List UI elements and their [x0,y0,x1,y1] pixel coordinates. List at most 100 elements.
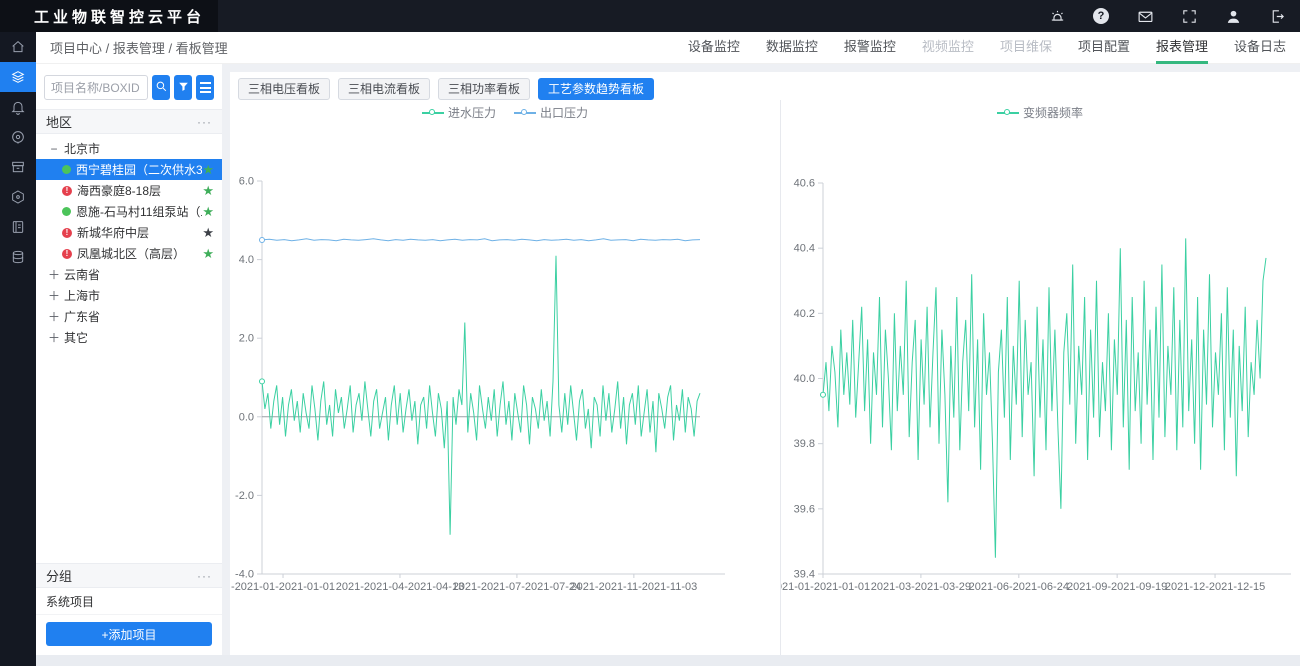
tree-leaf-project[interactable]: ! 凤凰城北区（高层） ★ [36,243,222,264]
tree-node-shanghai[interactable]: ＋ 上海市 [36,285,222,306]
breadcrumb: 项目中心 / 报表管理 / 看板管理 [50,38,228,57]
nav-item-video-monitor[interactable]: 视频监控 [922,32,974,64]
tree-node-label: 上海市 [64,287,100,304]
favorite-star-icon[interactable]: ★ [202,204,214,220]
favorite-star-icon[interactable]: ★ [202,183,214,199]
nav-item-project-config[interactable]: 项目配置 [1078,32,1130,64]
expand-icon[interactable]: ＋ [48,287,60,304]
camera-icon[interactable] [0,122,36,152]
exit-icon[interactable] [1268,7,1286,25]
nav-item-data-monitor[interactable]: 数据监控 [766,32,818,64]
alarm-icon[interactable] [1048,7,1066,25]
tree-leaf-project[interactable]: ! 海西豪庭8-18层 ★ [36,180,222,201]
inverter-frequency-chart-panel: 变频器频率 40.640.440.240.039.839.639.4021-01… [780,100,1299,655]
legend-label: 进水压力 [448,104,496,121]
list-button[interactable] [196,75,214,100]
tree-leaf-project[interactable]: 恩施-石马村11组泵站（二次供 ★ [36,201,222,222]
search-input[interactable] [44,75,148,100]
journal-icon[interactable] [0,212,36,242]
svg-text:39.6: 39.6 [794,503,815,515]
add-project-wrap: +添加项目 [36,615,222,656]
group-more-button[interactable]: ··· [197,571,212,581]
tree-node-guangdong[interactable]: ＋ 广东省 [36,306,222,327]
mail-icon[interactable] [1136,7,1154,25]
project-label: 恩施-石马村11组泵站（二次供 [76,203,202,220]
tree-node-label: 广东省 [64,308,100,325]
group-item-label: 系统项目 [46,593,94,610]
nav-item-report-management[interactable]: 报表管理 [1156,32,1208,64]
tree-node-beijing[interactable]: − 北京市 [36,138,222,159]
favorite-star-icon[interactable]: ★ [202,162,214,178]
search-button[interactable] [152,75,170,100]
legend-marker-icon [514,112,536,114]
bell-icon[interactable] [0,92,36,122]
database-icon[interactable] [0,242,36,272]
expand-icon[interactable]: ＋ [48,329,60,346]
svg-text:40.4: 40.4 [794,243,815,255]
tree-leaf-project[interactable]: 西宁碧桂园（二次供水3泵） ★ [36,159,222,180]
svg-text:40.6: 40.6 [794,178,815,190]
chart-legend: 进水压力 出口压力 [230,104,780,121]
fullscreen-icon[interactable] [1180,7,1198,25]
svg-text:0.0: 0.0 [239,411,254,423]
main-area: 三相电压看板 三相电流看板 三相功率看板 工艺参数趋势看板 进水压力 出口压力 … [222,64,1300,666]
tree-node-other[interactable]: ＋ 其它 [36,327,222,348]
svg-text:-2.0: -2.0 [235,490,254,502]
board-tabs: 三相电压看板 三相电流看板 三相功率看板 工艺参数趋势看板 [230,72,1300,100]
top-nav: 设备监控 数据监控 报警监控 视频监控 项目维保 项目配置 报表管理 设备日志 [688,32,1286,64]
filter-button[interactable] [174,75,192,100]
project-label: 海西豪庭8-18层 [77,182,161,199]
user-icon[interactable] [1224,7,1242,25]
svg-text:021-01-2021-01-01: 021-01-2021-01-01 [781,581,870,593]
pressure-trend-chart-panel: 进水压力 出口压力 6.04.02.00.0-2.0-4.0-2021-01-2… [230,100,780,655]
svg-text:40.0: 40.0 [794,373,815,385]
tree-leaf-project[interactable]: ! 新城华府中层 ★ [36,222,222,243]
tree-node-label: 北京市 [64,140,100,157]
archive-icon[interactable] [0,152,36,182]
tab-process-parameter-trend[interactable]: 工艺参数趋势看板 [538,78,654,100]
tab-three-phase-voltage[interactable]: 三相电压看板 [238,78,330,100]
nav-item-device-log[interactable]: 设备日志 [1234,32,1286,64]
svg-text:2021-12-2021-12-15: 2021-12-2021-12-15 [1165,581,1265,593]
tree-node-yunnan[interactable]: ＋ 云南省 [36,264,222,285]
header-icon-group: ? [1048,7,1300,25]
search-row [36,64,222,109]
legend-item-outlet-pressure[interactable]: 出口压力 [514,104,588,121]
tab-three-phase-current[interactable]: 三相电流看板 [338,78,430,100]
help-icon[interactable]: ? [1092,7,1110,25]
svg-text:2021-2021-04-2021-04-13: 2021-2021-04-2021-04-13 [336,581,464,593]
legend-item-inverter-frequency[interactable]: 变频器频率 [997,104,1083,121]
inverter-frequency-chart: 40.640.440.240.039.839.639.4021-01-2021-… [781,100,1299,655]
favorite-star-icon[interactable]: ★ [202,246,214,262]
add-project-button[interactable]: +添加项目 [46,622,212,646]
tab-three-phase-power[interactable]: 三相功率看板 [438,78,530,100]
nav-item-alarm-monitor[interactable]: 报警监控 [844,32,896,64]
region-more-button[interactable]: ··· [197,117,212,127]
cube-icon[interactable] [0,182,36,212]
home-icon[interactable] [0,32,36,62]
legend-item-inlet-pressure[interactable]: 进水压力 [422,104,496,121]
group-section-header: 分组 ··· [36,563,222,588]
status-online-icon [62,207,71,216]
expand-icon[interactable]: ＋ [48,266,60,283]
svg-text:2.0: 2.0 [239,333,254,345]
layers-icon[interactable] [0,62,36,92]
expand-icon[interactable]: ＋ [48,308,60,325]
tree-node-label: 云南省 [64,266,100,283]
project-label: 西宁碧桂园（二次供水3泵） [76,161,202,178]
search-icon [155,80,168,96]
legend-label: 变频器频率 [1023,104,1083,121]
group-list: 系统项目 [36,588,222,615]
pressure-trend-chart: 6.04.02.00.0-2.0-4.0-2021-01-2021-01-012… [230,100,780,655]
left-rail [0,32,36,666]
sidebar: 地区 ··· − 北京市 西宁碧桂园（二次供水3泵） ★ ! 海西豪庭8-18层… [36,64,222,656]
status-alert-icon: ! [62,249,72,259]
nav-item-project-maintenance[interactable]: 项目维保 [1000,32,1052,64]
group-item-system-projects[interactable]: 系统项目 [36,588,222,615]
project-label: 新城华府中层 [77,224,149,241]
svg-text:2021-09-2021-09-19: 2021-09-2021-09-19 [1067,581,1167,593]
collapse-icon[interactable]: − [48,142,60,156]
nav-item-device-monitor[interactable]: 设备监控 [688,32,740,64]
favorite-star-icon[interactable]: ★ [202,225,214,241]
logo-block: 工业物联智控云平台 [0,0,218,32]
